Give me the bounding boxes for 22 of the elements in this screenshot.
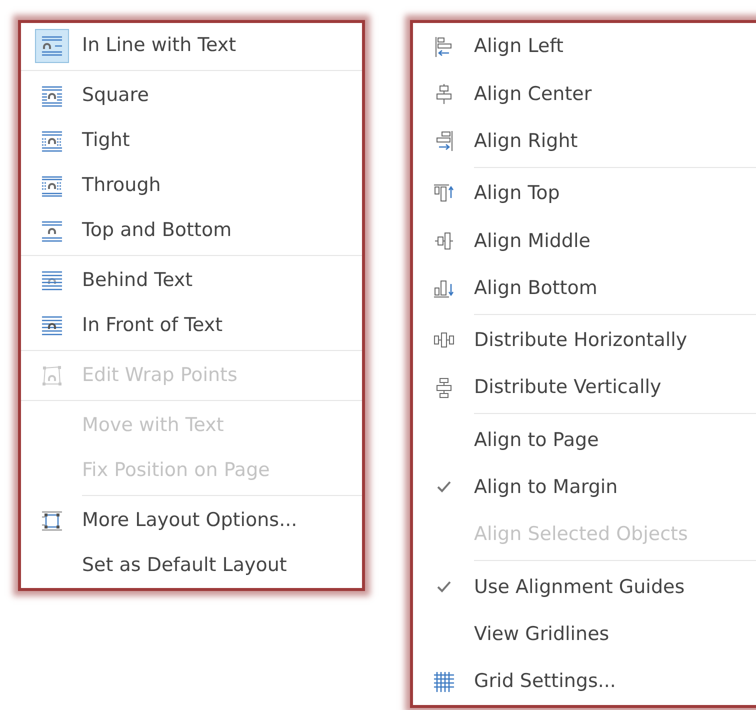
menu-item[interactable]: Distribute Horizontally (474, 326, 688, 355)
menu-item[interactable]: Square (82, 81, 149, 110)
menu-item[interactable]: Align Top (474, 179, 560, 208)
menu-item[interactable]: More Layout Options... (82, 506, 298, 535)
menu-item[interactable]: Top and Bottom (82, 216, 232, 245)
menu-item[interactable]: Align Left (474, 32, 564, 61)
menu-item[interactable]: Align Right (474, 126, 578, 156)
menu-item[interactable]: Use Alignment Guides (474, 572, 685, 602)
menu-item[interactable]: Set as Default Layout (82, 551, 287, 580)
menu-item[interactable]: Grid Settings... (474, 667, 616, 696)
menu-item[interactable]: Through (82, 171, 161, 200)
menu-item[interactable]: Align to Page (474, 426, 599, 454)
menu-item[interactable]: In Line with Text (82, 31, 236, 60)
menu-item[interactable]: Align Center (474, 80, 592, 108)
menu-item[interactable]: View Gridlines (474, 620, 610, 648)
menu-item[interactable]: Align Middle (474, 226, 590, 256)
menu-item[interactable]: Behind Text (82, 266, 193, 295)
menu-item[interactable]: In Front of Text (82, 311, 223, 340)
menu-item[interactable]: Tight (82, 126, 130, 155)
menu-item[interactable]: Align Bottom (474, 274, 598, 302)
menu-item[interactable]: Align to Margin (474, 473, 618, 502)
menu-item[interactable]: Distribute Vertically (474, 373, 662, 402)
